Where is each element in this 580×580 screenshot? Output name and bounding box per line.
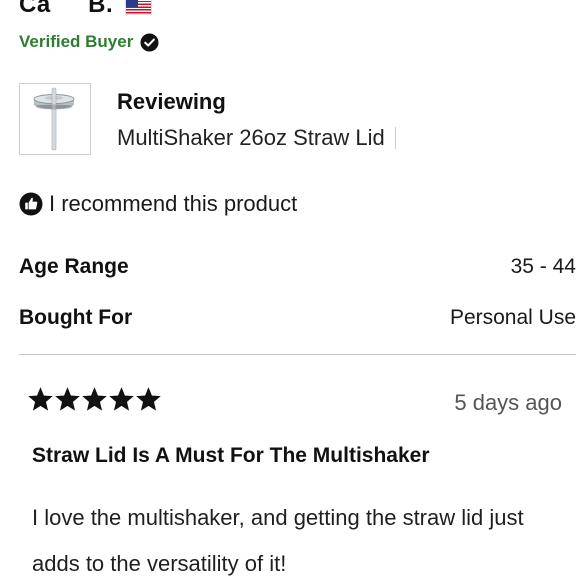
attribute-label: Age Range: [19, 255, 129, 278]
star-rating: [28, 387, 161, 412]
product-name-link[interactable]: MultiShaker 26oz Straw Lid: [117, 125, 385, 151]
reviewer-header: Ca B.: [19, 0, 153, 19]
star-icon: [109, 387, 134, 411]
star-icon: [82, 387, 107, 411]
attribute-value: Personal Use: [449, 306, 576, 329]
verified-buyer-badge: Verified Buyer: [19, 32, 159, 52]
review-body: I love the multishaker, and getting the …: [32, 505, 524, 576]
divider-bar: [394, 127, 396, 149]
reviewing-label: Reviewing: [117, 89, 226, 114]
reviewed-product[interactable]: Reviewing MultiShaker 26oz Straw Lid: [19, 83, 396, 155]
star-icon: [55, 387, 80, 411]
reviewer-name: Ca B.: [19, 0, 114, 18]
recommend-row: I recommend this product: [19, 191, 297, 217]
straw-lid-image: [33, 87, 75, 151]
product-thumbnail[interactable]: [19, 83, 91, 155]
attribute-label: Bought For: [19, 306, 133, 329]
attribute-value: 35 - 44: [510, 255, 576, 278]
review-date: 5 days ago: [454, 390, 562, 415]
review-card: Ca B. Verified Buyer Reviewing MultiShak…: [0, 0, 580, 580]
star-icon: [28, 387, 53, 411]
recommend-text: I recommend this product: [49, 191, 298, 216]
us-flag-icon: [125, 0, 153, 15]
review-title: Straw Lid Is A Must For The Multishaker: [32, 444, 430, 467]
section-divider: [19, 354, 576, 355]
thumbs-up-icon: [19, 192, 43, 216]
verified-buyer-label: Verified Buyer: [19, 32, 134, 51]
attribute-row-bought-for: Bought For Personal Use: [19, 306, 576, 330]
star-icon: [136, 387, 161, 411]
attribute-row-age-range: Age Range 35 - 44: [19, 255, 576, 279]
check-circle-icon: [140, 32, 159, 52]
